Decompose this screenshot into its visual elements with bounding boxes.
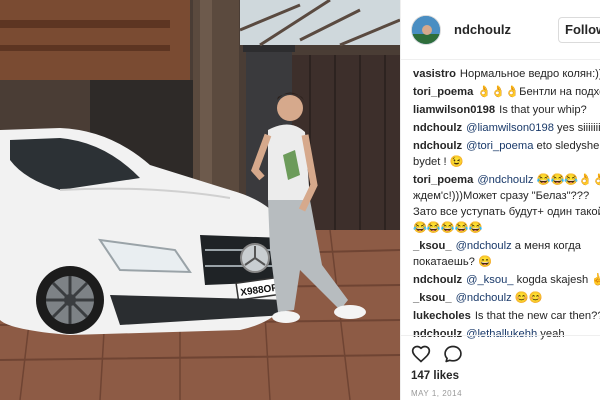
comment-username[interactable]: tori_poema <box>413 86 473 98</box>
comment-username[interactable]: tori_poema <box>413 174 473 186</box>
comment-username[interactable]: _ksou_ <box>413 240 452 252</box>
post-header: ndchoulz Following <box>401 0 600 60</box>
like-count[interactable]: 147 likes <box>411 370 600 382</box>
comment-text: 😊😊 <box>511 292 543 304</box>
comment: ndchoulz @liamwilson0198 yes siiiiiiir 😁 <box>413 120 600 136</box>
comment-text: yes siiiiiiir 😁 <box>557 122 600 134</box>
comments-list: vasistro Нормальное ведро колян:)))) tori… <box>401 60 600 342</box>
comment-username[interactable]: _ksou_ <box>413 292 452 304</box>
post-date: MAY 1, 2014 <box>411 389 463 398</box>
comment-mention[interactable]: @_ksou_ <box>466 274 513 286</box>
comment-text: Is that the new car then???? <box>474 310 600 322</box>
post-sidebar: ndchoulz Following vasistroНормальное ве… <box>400 0 600 400</box>
comment-mention[interactable]: @tori_poema <box>466 140 533 152</box>
heart-outline-icon[interactable] <box>411 344 431 364</box>
comment: ndchoulz@tori_poema eto sledysheia bydet… <box>413 138 600 170</box>
comment-username[interactable]: liamwilson0198 <box>413 104 495 116</box>
comment-username[interactable]: ndchoulz <box>413 274 462 286</box>
post-photo[interactable]: Х988ОР <box>0 0 400 400</box>
comment-username[interactable]: lukecholes <box>413 310 471 322</box>
comment-mention[interactable]: @liamwilson0198 <box>466 122 554 134</box>
comment-username[interactable]: ndchoulz <box>413 122 462 134</box>
post-username[interactable]: ndchoulz <box>454 22 511 37</box>
comment-username[interactable]: ndchoulz <box>413 140 462 152</box>
comment: _ksou_ @ndchoulz 😊😊 <box>413 290 600 306</box>
comment: ndchoulz @_ksou_ kogda skajesh ✌ <box>413 272 600 288</box>
speech-bubble-icon[interactable] <box>443 344 463 364</box>
action-icons <box>411 344 600 364</box>
comment: tori_poema 👌👌👌Бентли на подходе)) 🚙 <box>413 84 600 100</box>
comment-mention[interactable]: @ndchoulz <box>477 174 533 186</box>
comment: vasistro Нормальное ведро колян:)))) <box>413 66 600 82</box>
comment: liamwilson0198 Is that your whip? <box>413 102 600 118</box>
comment-mention[interactable]: @ndchoulz <box>456 292 512 304</box>
avatar-image <box>412 15 440 44</box>
comment-text: kogda skajesh ✌ <box>513 274 600 286</box>
following-button[interactable]: Following <box>558 17 600 43</box>
post-actions: 147 likes MAY 1, 2014 <box>401 335 600 398</box>
comment-text: 👌👌👌Бентли на подходе)) 🚙 <box>477 86 600 98</box>
avatar[interactable] <box>411 14 441 45</box>
comment-username[interactable]: vasistro <box>413 68 456 80</box>
comment: lukecholesIs that the new car then???? <box>413 308 600 324</box>
comment: _ksou_ @ndchoulz а меня когда покатаешь? … <box>413 238 600 270</box>
comment-text: Нормальное ведро колян:)))) <box>459 68 600 80</box>
comment: tori_poema @ndchoulz 😂😂😂👌👌ждем'с!)))Может… <box>413 172 600 236</box>
comment-text: Is that your whip? <box>499 104 587 116</box>
comment-mention[interactable]: @ndchoulz <box>456 240 512 252</box>
post-photo-illustration: Х988ОР <box>0 0 400 400</box>
